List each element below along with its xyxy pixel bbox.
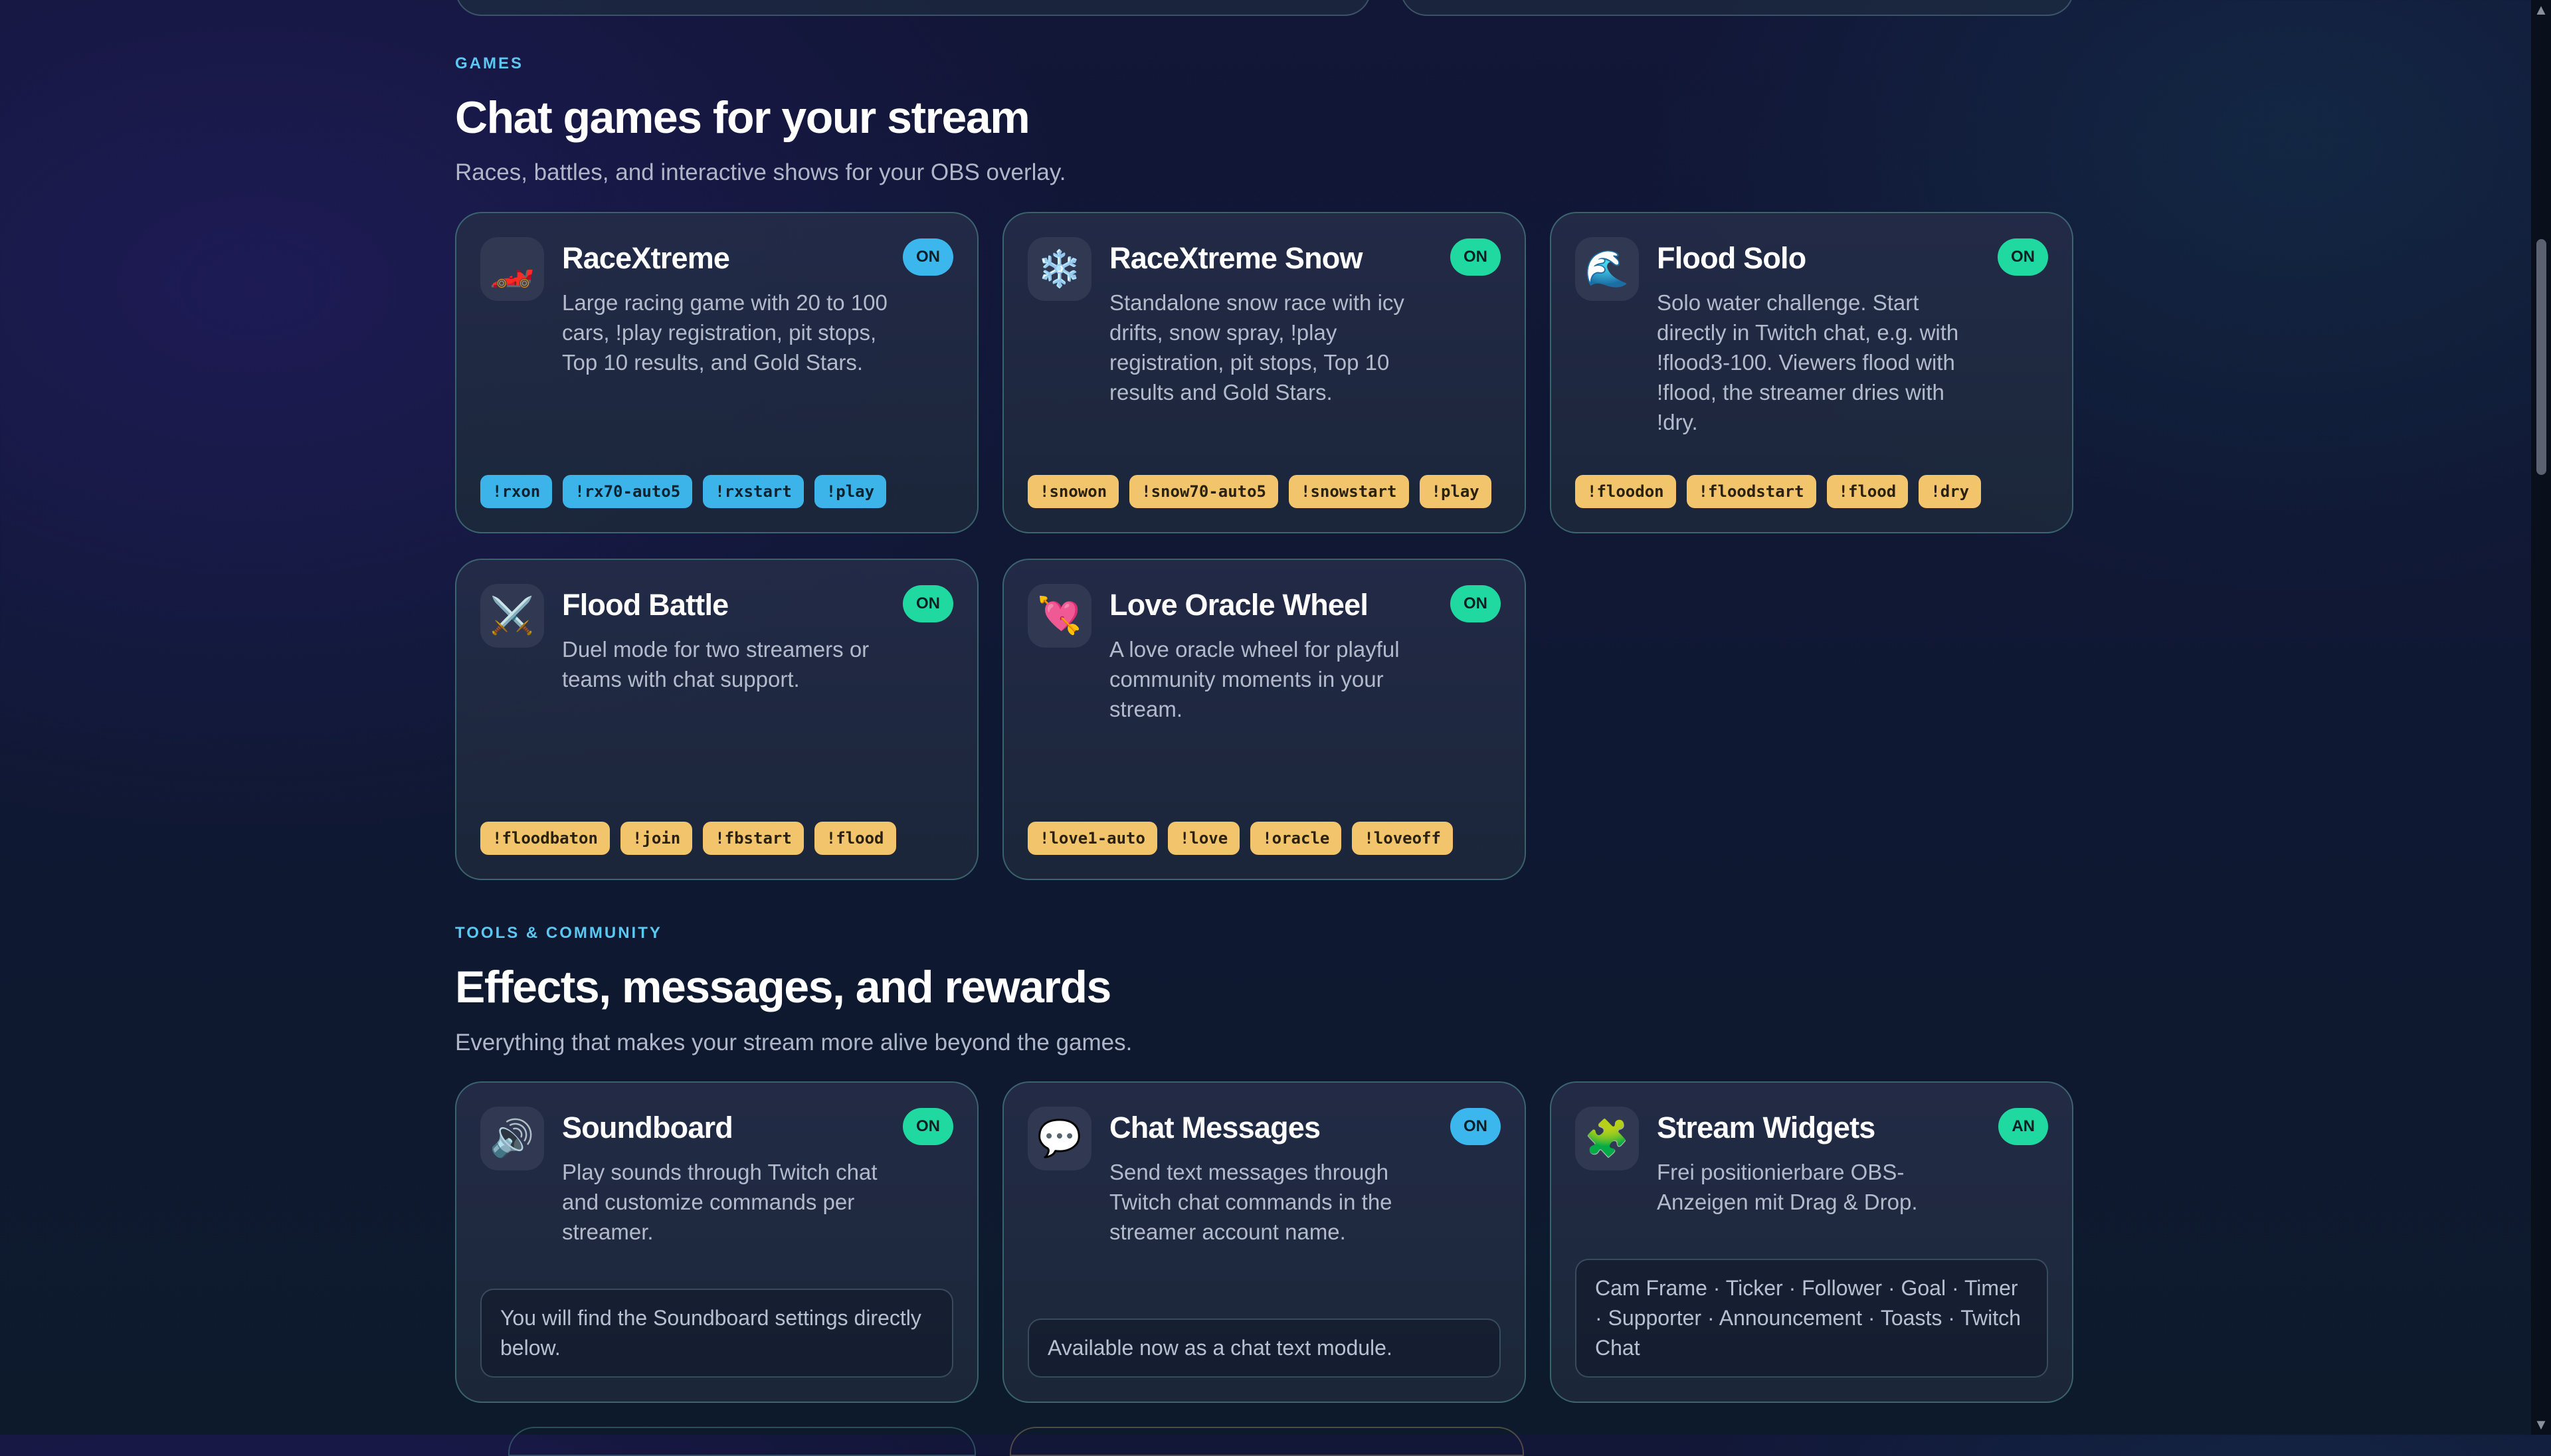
- game-card-flood-battle[interactable]: ⚔️ Flood Battle ON Duel mode for two str…: [455, 559, 979, 880]
- scrollbar[interactable]: ▲ ▼: [2531, 0, 2551, 1435]
- command-chip[interactable]: !flood: [1826, 475, 1909, 508]
- card-note: Available now as a chat text module.: [1028, 1319, 1501, 1378]
- speaker-icon: 🔊: [480, 1107, 544, 1170]
- heart-arrow-icon: 💘: [1028, 584, 1091, 648]
- command-chip[interactable]: !oracle: [1250, 822, 1342, 855]
- status-badge[interactable]: ON: [903, 585, 953, 622]
- tools-eyebrow: TOOLS & COMMUNITY: [455, 924, 662, 942]
- card-description: Frei positionierbare OBS-Anzeigen mit Dr…: [1657, 1160, 1918, 1214]
- games-eyebrow: GAMES: [455, 54, 524, 72]
- command-chip[interactable]: !play: [814, 475, 887, 508]
- command-chip[interactable]: !snowstart: [1289, 475, 1409, 508]
- speech-bubble-icon: 💬: [1028, 1107, 1091, 1170]
- command-chip[interactable]: !love1-auto: [1028, 822, 1157, 855]
- card-title: Stream Widgets: [1657, 1111, 1875, 1144]
- command-chips: !floodon !floodstart !flood !dry: [1575, 475, 1982, 508]
- status-badge[interactable]: AN: [1998, 1108, 2048, 1145]
- tool-card-stream-widgets[interactable]: 🧩 Stream Widgets AN Frei positionierbare…: [1550, 1081, 2073, 1403]
- command-chip[interactable]: !dry: [1919, 475, 1982, 508]
- game-card-flood-solo[interactable]: 🌊 Flood Solo ON Solo water challenge. St…: [1550, 212, 2073, 533]
- games-subtitle: Races, battles, and interactive shows fo…: [455, 159, 1066, 185]
- status-badge[interactable]: ON: [1450, 238, 1501, 276]
- next-card-stub-left: [508, 1427, 976, 1456]
- status-badge[interactable]: ON: [1450, 585, 1501, 622]
- card-note: Cam Frame · Ticker · Follower · Goal · T…: [1575, 1259, 2048, 1378]
- tools-subtitle: Everything that makes your stream more a…: [455, 1030, 1133, 1055]
- tool-card-chat-messages[interactable]: 💬 Chat Messages ON Send text messages th…: [1002, 1081, 1526, 1403]
- card-description: Solo water challenge. Start directly in …: [1657, 290, 1959, 434]
- game-card-racextreme[interactable]: 🏎️ RaceXtreme ON Large racing game with …: [455, 212, 979, 533]
- status-badge[interactable]: ON: [903, 238, 953, 276]
- command-chip[interactable]: !snow70-auto5: [1129, 475, 1278, 508]
- command-chip[interactable]: !join: [620, 822, 693, 855]
- command-chip[interactable]: !play: [1419, 475, 1491, 508]
- previous-card-stub-right: [1400, 0, 2074, 16]
- previous-card-stub-left: [455, 0, 1371, 16]
- card-title: Chat Messages: [1109, 1111, 1321, 1144]
- command-chip[interactable]: !flood: [814, 822, 896, 855]
- command-chip[interactable]: !snowon: [1028, 475, 1119, 508]
- card-description: Standalone snow race with icy drifts, sn…: [1109, 290, 1404, 405]
- card-title: Soundboard: [562, 1111, 733, 1144]
- command-chip[interactable]: !rxstart: [703, 475, 804, 508]
- command-chip[interactable]: !floodbaton: [480, 822, 610, 855]
- command-chip[interactable]: !rxon: [480, 475, 553, 508]
- card-description: Duel mode for two streamers or teams wit…: [562, 637, 870, 691]
- tools-heading: Effects, messages, and rewards: [455, 962, 1111, 1012]
- card-description: A love oracle wheel for playful communit…: [1109, 637, 1400, 721]
- card-title: Love Oracle Wheel: [1109, 588, 1369, 622]
- scrollbar-thumb[interactable]: [2536, 239, 2546, 475]
- scroll-up-arrow-icon[interactable]: ▲: [2531, 0, 2551, 20]
- crossed-swords-icon: ⚔️: [480, 584, 544, 648]
- wave-icon: 🌊: [1575, 237, 1639, 301]
- card-description: Send text messages through Twitch chat c…: [1109, 1160, 1392, 1244]
- tool-card-soundboard[interactable]: 🔊 Soundboard ON Play sounds through Twit…: [455, 1081, 979, 1403]
- command-chip[interactable]: !love: [1167, 822, 1240, 855]
- command-chip[interactable]: !floodstart: [1686, 475, 1816, 508]
- game-card-love-oracle-wheel[interactable]: 💘 Love Oracle Wheel ON A love oracle whe…: [1002, 559, 1526, 880]
- puzzle-piece-icon: 🧩: [1575, 1107, 1639, 1170]
- scroll-down-arrow-icon[interactable]: ▼: [2531, 1415, 2551, 1435]
- race-car-icon: 🏎️: [480, 237, 544, 301]
- snowflake-icon: ❄️: [1028, 237, 1091, 301]
- command-chips: !floodbaton !join !fbstart !flood: [480, 822, 896, 855]
- card-title: Flood Solo: [1657, 241, 1806, 275]
- card-description: Play sounds through Twitch chat and cust…: [562, 1160, 878, 1244]
- command-chip[interactable]: !rx70-auto5: [563, 475, 693, 508]
- next-card-stub-right: [1010, 1427, 1524, 1456]
- status-badge[interactable]: ON: [1998, 238, 2048, 276]
- card-description: Large racing game with 20 to 100 cars, !…: [562, 290, 888, 375]
- command-chips: !rxon !rx70-auto5 !rxstart !play: [480, 475, 887, 508]
- command-chip[interactable]: !fbstart: [703, 822, 804, 855]
- games-heading: Chat games for your stream: [455, 92, 1030, 143]
- game-card-racextreme-snow[interactable]: ❄️ RaceXtreme Snow ON Standalone snow ra…: [1002, 212, 1526, 533]
- card-title: Flood Battle: [562, 588, 729, 622]
- card-title: RaceXtreme Snow: [1109, 241, 1363, 275]
- command-chips: !snowon !snow70-auto5 !snowstart !play: [1028, 475, 1491, 508]
- status-badge[interactable]: ON: [903, 1108, 953, 1145]
- card-title: RaceXtreme: [562, 241, 730, 275]
- command-chip[interactable]: !loveoff: [1352, 822, 1453, 855]
- command-chip[interactable]: !floodon: [1575, 475, 1676, 508]
- page: GAMES Chat games for your stream Races, …: [0, 0, 2531, 1456]
- card-note: You will find the Soundboard settings di…: [480, 1289, 953, 1378]
- command-chips: !love1-auto !love !oracle !loveoff: [1028, 822, 1453, 855]
- status-badge[interactable]: ON: [1450, 1108, 1501, 1145]
